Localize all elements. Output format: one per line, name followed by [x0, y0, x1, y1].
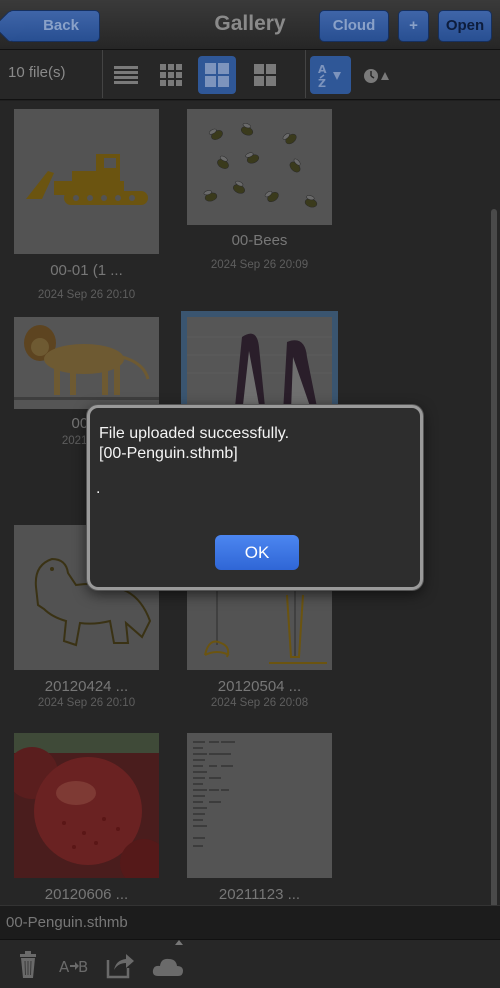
cloud-upload-icon[interactable]	[152, 950, 184, 980]
expand-arrow-icon[interactable]	[175, 940, 183, 945]
bulldozer-thumbnail	[14, 109, 159, 254]
navigation-bar: Back Gallery Cloud + Open	[0, 0, 500, 50]
sort-by-time-button[interactable]	[357, 56, 395, 94]
medium-grid-view-button[interactable]	[198, 56, 236, 94]
list-view-button[interactable]	[107, 56, 145, 94]
item-name: 00-01 (1 ...	[50, 262, 123, 279]
rename-icon[interactable]: A B	[58, 950, 90, 980]
small-grid-view-button[interactable]	[153, 56, 191, 94]
add-button[interactable]: +	[398, 10, 429, 42]
dialog-message: File uploaded successfully. [00-Penguin.…	[99, 424, 289, 464]
thumbnail-image	[14, 733, 159, 878]
item-date: 2024 Sep 26 20:09	[210, 259, 309, 271]
cloud-button[interactable]: Cloud	[319, 10, 389, 42]
scrollbar[interactable]	[491, 209, 497, 988]
large-grid-icon	[254, 64, 276, 86]
item-name: 20120606 ...	[44, 886, 129, 903]
share-icon[interactable]	[104, 950, 136, 980]
large-grid-view-button[interactable]	[246, 56, 284, 94]
toolbar-divider	[102, 50, 103, 98]
medium-grid-icon	[205, 63, 229, 87]
open-button[interactable]: Open	[438, 10, 492, 42]
item-date: 2024 Sep 26 20:10	[37, 697, 136, 709]
strawberry-thumbnail	[14, 733, 159, 878]
item-name: 20120504 ...	[217, 678, 302, 695]
page-title: Gallery	[214, 12, 286, 35]
item-name: 20211123 ...	[218, 886, 301, 903]
item-name: 00-Bees	[231, 232, 288, 249]
list-icon	[114, 66, 138, 84]
svg-text:B: B	[78, 958, 88, 976]
upload-success-dialog: File uploaded successfully. [00-Penguin.…	[87, 405, 423, 590]
dialog-message-extra: .	[96, 480, 101, 497]
item-date: 2024 Sep 26 20:10	[37, 289, 136, 301]
svg-text:Z: Z	[318, 77, 326, 90]
trash-icon[interactable]	[12, 950, 44, 980]
selected-filename: 00-Penguin.sthmb	[6, 914, 128, 931]
ok-button[interactable]: OK	[215, 535, 299, 570]
lion-thumbnail	[14, 317, 159, 409]
thumbnail-image	[187, 733, 332, 878]
sort-time-icon	[364, 69, 389, 83]
document-thumbnail	[187, 733, 332, 878]
item-date: 2024 Sep 26 20:08	[210, 697, 309, 709]
toolbar-divider	[305, 50, 306, 98]
status-bar: 00-Penguin.sthmb	[0, 905, 500, 939]
bottom-toolbar: A B	[0, 939, 500, 988]
view-toolbar: 10 file(s) A Z	[0, 50, 500, 100]
bees-thumbnail	[187, 109, 332, 225]
svg-text:A: A	[318, 63, 327, 76]
file-count: 10 file(s)	[8, 64, 66, 81]
sort-by-name-button[interactable]: A Z	[310, 56, 351, 94]
svg-text:A: A	[59, 958, 70, 976]
dialog-message-line: File uploaded successfully.	[99, 425, 290, 442]
small-grid-icon	[160, 64, 182, 86]
thumbnail-image	[14, 317, 159, 409]
back-button-label: Back	[43, 17, 79, 34]
back-button[interactable]: Back	[8, 10, 100, 42]
thumbnail-image	[187, 109, 332, 225]
item-name: 20120424 ...	[44, 678, 129, 695]
sort-az-icon: A Z	[318, 63, 341, 90]
dialog-message-filename: [00-Penguin.sthmb]	[99, 445, 238, 462]
thumbnail-image	[14, 109, 159, 254]
